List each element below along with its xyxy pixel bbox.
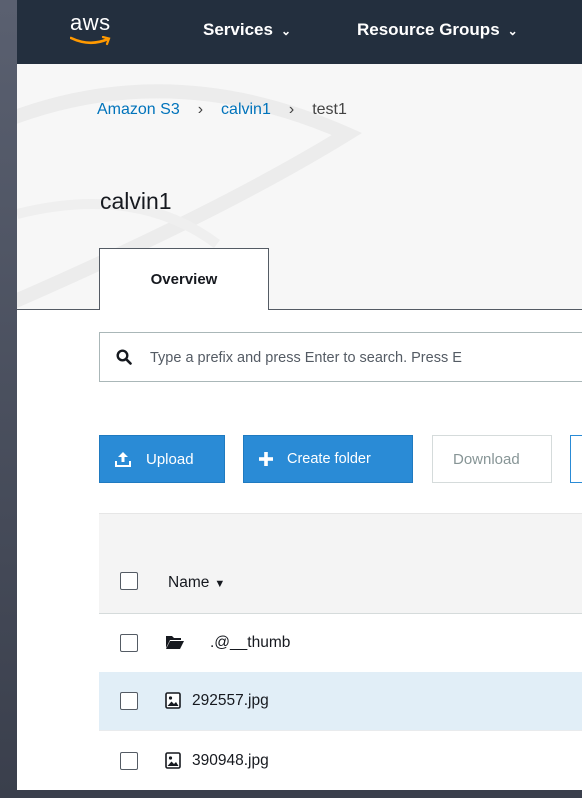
chevron-down-icon: ⌄ <box>507 24 518 38</box>
create-folder-button-label: Create folder <box>287 451 371 467</box>
table-header: Name ▼ <box>99 551 582 614</box>
row-checkbox[interactable] <box>120 634 138 652</box>
object-name[interactable]: .@__thumb <box>210 634 290 652</box>
table-row[interactable]: .@__thumb <box>99 614 582 673</box>
breadcrumb-current-folder: test1 <box>312 101 347 118</box>
upload-button[interactable]: Upload <box>99 435 225 483</box>
window-bezel-bottom <box>0 790 582 798</box>
breadcrumb-bucket[interactable]: calvin1 <box>221 101 271 118</box>
image-file-icon <box>165 752 181 769</box>
folder-icon <box>166 636 184 649</box>
search-input[interactable] <box>148 343 582 373</box>
aws-logo-text: aws <box>70 10 111 35</box>
table-row[interactable]: 390948.jpg <box>99 732 582 790</box>
header-area: Amazon S3 › calvin1 › test1 calvin1 Overview <box>17 64 582 310</box>
object-panel: Upload Create folder Download Name ▼ <box>17 310 582 790</box>
upload-button-label: Upload <box>146 451 194 468</box>
breadcrumb-amazon-s3[interactable]: Amazon S3 <box>97 101 180 118</box>
download-button[interactable]: Download <box>432 435 552 483</box>
table-row[interactable]: 292557.jpg <box>99 672 582 731</box>
chevron-right-icon: › <box>197 101 204 118</box>
tab-overview[interactable]: Overview <box>99 248 269 310</box>
column-header-name[interactable]: Name ▼ <box>168 574 225 592</box>
breadcrumb: Amazon S3 › calvin1 › test1 <box>97 101 347 119</box>
caret-down-icon: ▼ <box>214 578 226 590</box>
aws-logo[interactable]: aws <box>70 10 130 54</box>
search-box <box>99 332 582 382</box>
main-content: Amazon S3 › calvin1 › test1 calvin1 Overview… <box>17 64 582 790</box>
download-button-label: Download <box>453 451 520 468</box>
resource-groups-menu[interactable]: Resource Groups ⌄ <box>357 20 518 40</box>
object-name[interactable]: 390948.jpg <box>192 752 269 770</box>
services-menu[interactable]: Services ⌄ <box>203 20 291 40</box>
upload-icon <box>115 452 131 467</box>
services-menu-label: Services <box>203 20 273 39</box>
create-folder-button[interactable]: Create folder <box>243 435 413 483</box>
plus-icon <box>259 452 273 466</box>
page-title: calvin1 <box>100 188 172 214</box>
row-checkbox[interactable] <box>120 752 138 770</box>
column-header-name-label: Name <box>168 574 210 591</box>
window-bezel <box>0 0 17 798</box>
aws-smile-icon <box>70 36 111 46</box>
object-name[interactable]: 292557.jpg <box>192 692 269 710</box>
more-actions-button[interactable] <box>570 435 582 483</box>
resource-groups-menu-label: Resource Groups <box>357 20 500 39</box>
select-all-checkbox[interactable] <box>120 572 138 590</box>
row-checkbox[interactable] <box>120 692 138 710</box>
top-nav-bar: aws Services ⌄ Resource Groups ⌄ <box>17 0 582 64</box>
table-toolbar <box>99 513 582 552</box>
chevron-down-icon: ⌄ <box>280 24 292 38</box>
image-file-icon <box>165 692 181 709</box>
search-icon <box>116 349 132 365</box>
chevron-right-icon: › <box>288 101 295 118</box>
